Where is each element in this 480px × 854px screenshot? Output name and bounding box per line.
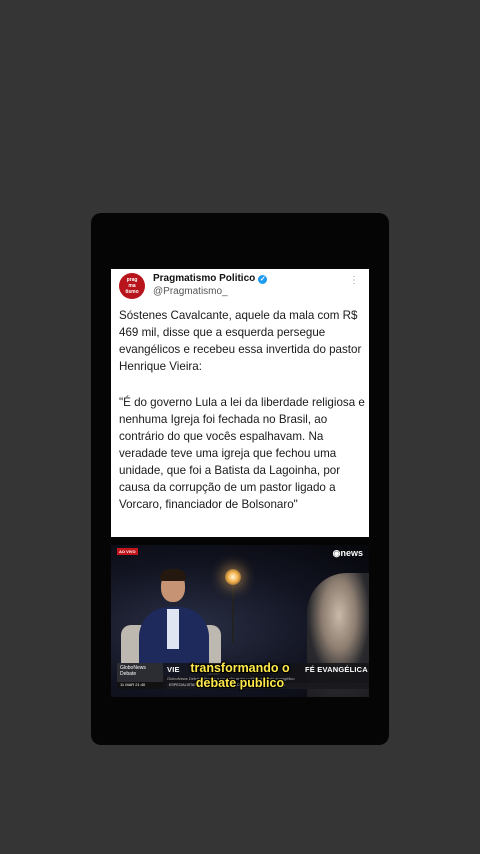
more-options-icon[interactable]: ⋮ bbox=[349, 275, 359, 286]
caption-line-2: debate publico bbox=[195, 676, 285, 690]
studio-lamp-stand bbox=[232, 583, 234, 643]
avatar[interactable]: prag ma tismo bbox=[119, 273, 145, 299]
video-caption: transformando o debate publico bbox=[111, 661, 369, 691]
user-handle[interactable]: @Pragmatismo_ bbox=[153, 286, 228, 297]
tweet-text-quote: "É do governo Lula a lei da liberdade re… bbox=[119, 396, 365, 511]
avatar-logo-text: prag ma tismo bbox=[125, 277, 139, 295]
globonews-logo: ◉news bbox=[332, 548, 363, 558]
display-name-text: Pragmatismo Politico bbox=[153, 273, 256, 284]
live-badge: AO VIVO bbox=[117, 548, 138, 555]
speaker-shirt bbox=[167, 609, 179, 649]
tweet-text-intro: Sóstenes Cavalcante, aquele da mala com … bbox=[119, 309, 362, 373]
studio-lamp bbox=[225, 569, 241, 585]
tweet-screenshot: prag ma tismo Pragmatismo Politico ✓ @Pra… bbox=[111, 269, 369, 537]
post-card: prag ma tismo Pragmatismo Politico ✓ @Pra… bbox=[91, 213, 389, 745]
video-player[interactable]: AO VIVO ◉news GloboNews Debate 11 MAR 21… bbox=[111, 545, 369, 697]
display-name[interactable]: Pragmatismo Politico ✓ bbox=[153, 273, 268, 284]
verified-badge-icon: ✓ bbox=[258, 275, 268, 284]
caption-line-1: transformando o bbox=[190, 661, 290, 675]
speaker-hair bbox=[160, 569, 186, 581]
